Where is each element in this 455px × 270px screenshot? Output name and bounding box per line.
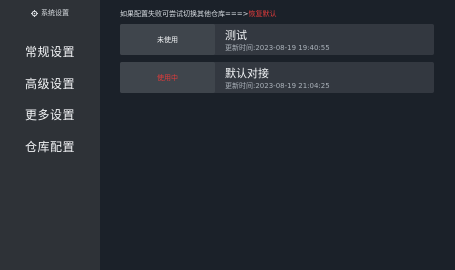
sidebar-item-general-settings[interactable]: 常规设置 [0,43,100,60]
repo-status-badge: 使用中 [120,62,215,93]
repo-card-default[interactable]: 使用中 默认对接 更新时间:2023-08-19 21:04:25 [120,62,434,93]
repo-name: 默认对接 [225,67,269,80]
restore-default-link[interactable]: 恢复默认 [248,10,276,18]
sidebar-title: 系统设置 [41,9,69,17]
sidebar-header: 系统设置 [0,8,100,18]
sidebar: 系统设置 常规设置 高级设置 更多设置 仓库配置 [0,0,100,270]
sidebar-item-more-settings[interactable]: 更多设置 [0,106,100,123]
sidebar-item-repo-config[interactable]: 仓库配置 [0,138,100,155]
repo-card-test[interactable]: 未使用 测试 更新时间:2023-08-19 19:40:55 [120,24,434,55]
hint-text: 如果配置失败可尝试切换其他仓库===> [120,10,249,18]
switch-repo-hint: 如果配置失败可尝试切换其他仓库===>恢复默认 [120,9,276,19]
repo-name: 测试 [225,29,247,42]
sidebar-item-advanced-settings[interactable]: 高级设置 [0,75,100,92]
repo-status-badge: 未使用 [120,24,215,55]
repo-updated-time: 更新时间:2023-08-19 19:40:55 [225,44,330,52]
gear-icon [31,9,38,17]
repo-updated-time: 更新时间:2023-08-19 21:04:25 [225,82,330,90]
